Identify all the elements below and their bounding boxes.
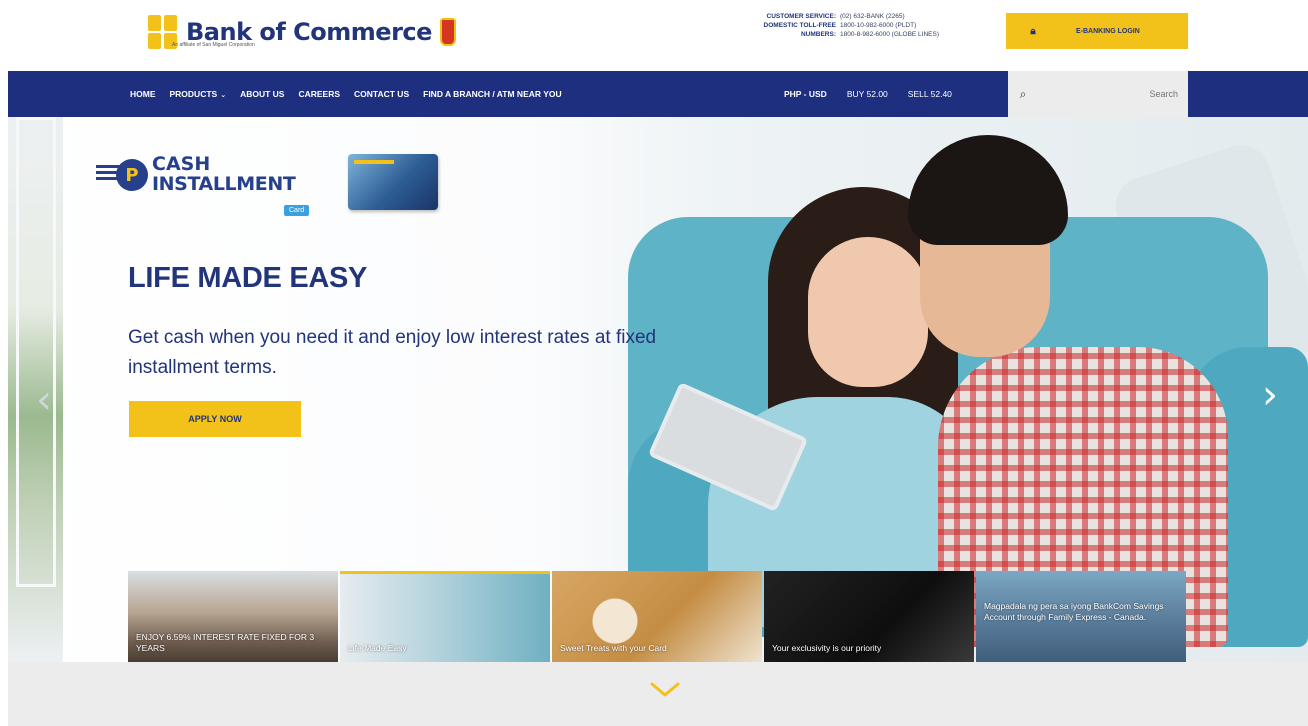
- fx-rates: PHP - USD BUY 52.00 SELL 52.40: [784, 71, 952, 117]
- nav-item-home[interactable]: HOME: [130, 89, 156, 99]
- nav-item-about[interactable]: ABOUT US: [240, 89, 284, 99]
- nav-item-careers[interactable]: CAREERS: [298, 89, 340, 99]
- nav-label: CONTACT US: [354, 89, 410, 99]
- nav-item-contact[interactable]: CONTACT US: [354, 89, 409, 99]
- cs-label: NUMBERS:: [800, 31, 836, 38]
- brand-tagline: An affiliate of San Miguel Corporation: [172, 42, 255, 48]
- slide-thumb[interactable]: Magpadala ng pera sa iyong BankCom Savin…: [976, 571, 1186, 662]
- cs-label: CUSTOMER SERVICE:: [766, 13, 836, 20]
- slide-caption: Sweet Treats with your Card: [560, 643, 667, 653]
- badge-installment-text: INSTALLMENT: [152, 173, 296, 195]
- hero-description: Get cash when you need it and enjoy low …: [128, 327, 657, 378]
- fx-sell: SELL 52.40: [907, 89, 952, 99]
- crest-icon: [439, 18, 456, 46]
- cs-row: CUSTOMER SERVICE: (02) 632-BANK (2265): [690, 12, 990, 21]
- apply-now-button[interactable]: APPLY NOW: [129, 401, 301, 437]
- search-box: ⌕: [1008, 71, 1188, 117]
- top-header: Bank of Commerce An affiliate of San Mig…: [0, 0, 1308, 72]
- search-input[interactable]: [1038, 89, 1178, 99]
- search-icon[interactable]: ⌕: [1008, 87, 1038, 102]
- cs-value: 1800-10-982-6000 (PLDT): [840, 22, 917, 29]
- badge-card-tag: Card: [284, 205, 310, 216]
- cs-value: 1800-8-982-6000 (GLOBE LINES): [840, 31, 939, 38]
- slide-thumb[interactable]: Sweet Treats with your Card: [552, 571, 762, 662]
- slide-thumb-active[interactable]: Life Made Easy: [340, 571, 550, 662]
- cs-row: NUMBERS: 1800-8-982-6000 (GLOBE LINES): [690, 30, 990, 39]
- slide-caption: Magpadala ng pera sa iyong BankCom Savin…: [984, 601, 1164, 622]
- ebanking-login-label: E-BANKING LOGIN: [1076, 27, 1140, 35]
- chevron-down-icon[interactable]: [648, 680, 682, 700]
- slide-thumb[interactable]: ENJOY 6.59% INTEREST RATE FIXED FOR 3 YE…: [128, 571, 338, 662]
- slide-caption: Your exclusivity is our priority: [772, 643, 882, 653]
- nav-label: PRODUCTS: [169, 89, 218, 99]
- fx-pair: PHP - USD: [784, 89, 827, 99]
- slide-caption: Life Made Easy: [348, 643, 407, 653]
- slide-thumb[interactable]: Your exclusivity is our priority: [764, 571, 974, 662]
- bottom-band: [8, 662, 1308, 726]
- badge-cash-text: CASH: [152, 153, 211, 175]
- credit-card-image: [348, 154, 438, 210]
- cs-value: (02) 632-BANK (2265): [840, 13, 905, 20]
- fx-buy: BUY 52.00: [846, 89, 888, 99]
- slide-caption: ENJOY 6.59% INTEREST RATE FIXED FOR 3 YE…: [136, 632, 315, 653]
- nav-label: ABOUT US: [240, 89, 285, 99]
- hero-photo-man: [908, 135, 1068, 245]
- hero-banner: P CASH INSTALLMENT Card LIFE MADE EASY G…: [8, 117, 1308, 662]
- lock-icon: 🔒︎: [1030, 25, 1036, 37]
- nav-label: FIND A BRANCH / ATM NEAR YOU: [423, 89, 562, 99]
- cs-row: DOMESTIC TOLL-FREE 1800-10-982-6000 (PLD…: [690, 21, 990, 30]
- customer-service-info: CUSTOMER SERVICE: (02) 632-BANK (2265) D…: [690, 12, 990, 39]
- slide-thumbnails: ENJOY 6.59% INTEREST RATE FIXED FOR 3 YE…: [128, 571, 1186, 662]
- cash-installment-logo: P CASH INSTALLMENT Card: [96, 155, 326, 225]
- chevron-down-icon: ⌄: [220, 92, 227, 99]
- peso-coin-icon: P: [116, 159, 148, 191]
- brand-name: Bank of Commerce: [186, 18, 432, 46]
- main-nav: HOME PRODUCTS ⌄ ABOUT US CAREERS CONTACT …: [8, 71, 1308, 117]
- hero-title: LIFE MADE EASY: [128, 262, 368, 294]
- nav-menu: HOME PRODUCTS ⌄ ABOUT US CAREERS CONTACT …: [130, 71, 562, 117]
- ebanking-login-button[interactable]: 🔒︎ E-BANKING LOGIN: [1006, 13, 1188, 49]
- hero-photo-woman-face: [808, 237, 928, 387]
- nav-label: HOME: [130, 89, 156, 99]
- nav-item-find-branch[interactable]: FIND A BRANCH / ATM NEAR YOU: [423, 89, 562, 99]
- nav-label: CAREERS: [298, 89, 341, 99]
- nav-item-products[interactable]: PRODUCTS ⌄: [170, 89, 227, 99]
- chevron-right-icon[interactable]: ›: [1262, 372, 1278, 418]
- cs-label: DOMESTIC TOLL-FREE: [763, 22, 836, 29]
- chevron-left-icon[interactable]: ‹: [36, 377, 52, 423]
